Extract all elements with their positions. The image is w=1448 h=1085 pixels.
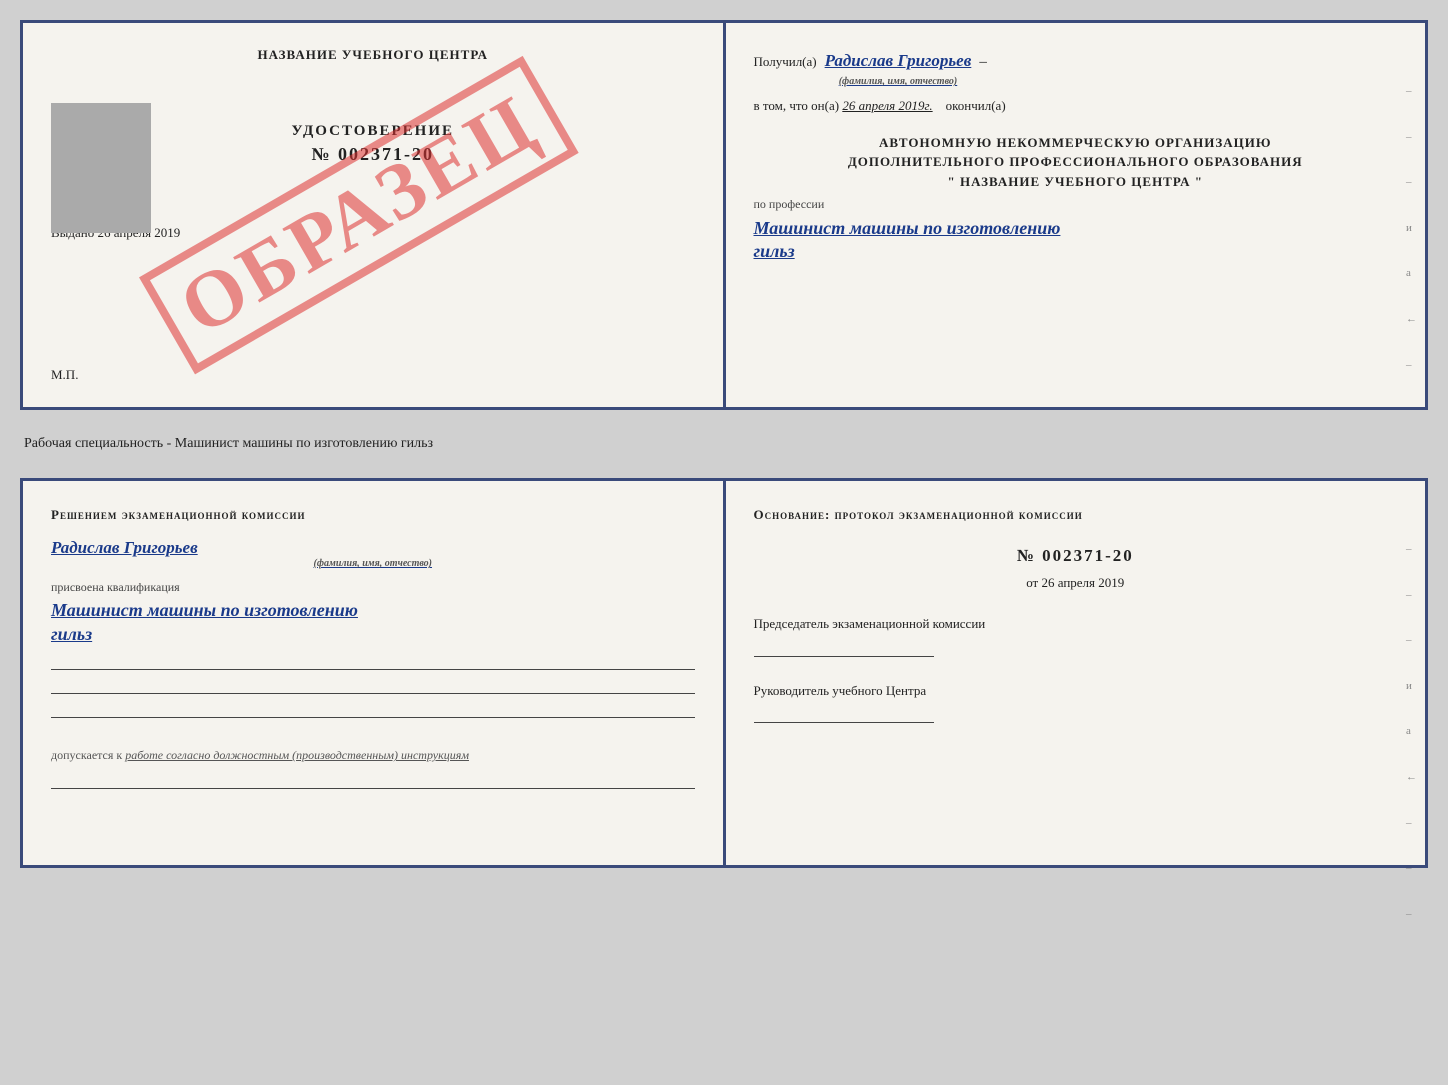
commission-head-label: Председатель экзаменационной комиссии xyxy=(754,614,1398,657)
qual-assigned-label: присвоена квалификация xyxy=(51,578,695,597)
qual-fio-hint: (фамилия, имя, отчество) xyxy=(51,558,695,570)
fio-hint: (фамилия, имя, отчество) xyxy=(825,74,972,90)
photo-placeholder xyxy=(51,103,151,233)
finished-label: окончил(а) xyxy=(946,98,1006,113)
recipient-line: Получил(а) Радислав Григорьев (фамилия, … xyxy=(754,47,1398,90)
diploma-right-page: Получил(а) Радислав Григорьев (фамилия, … xyxy=(726,23,1426,407)
date-value: 26 апреля 2019г. xyxy=(842,98,932,113)
right-edge-hints: – – – и а ← – xyxy=(1406,83,1417,374)
underline-1 xyxy=(51,652,695,670)
qual-right-page: Основание: протокол экзаменационной коми… xyxy=(726,481,1426,865)
qual-profession: Машинист машины по изготовлению гильз xyxy=(51,599,695,646)
qual-allowed-label: допускается к работе согласно должностны… xyxy=(51,746,695,765)
qual-left-page: Решением экзаменационной комиссии Радисл… xyxy=(23,481,726,865)
dash-symbol: – xyxy=(979,50,987,74)
center-head-label: Руководитель учебного Центра xyxy=(754,681,1398,724)
qualification-book: Решением экзаменационной комиссии Радисл… xyxy=(20,478,1428,868)
mp-label: М.П. xyxy=(51,367,78,383)
diploma-school-title: НАЗВАНИЕ УЧЕБНОГО ЦЕНТРА xyxy=(51,47,695,63)
received-label: Получил(а) xyxy=(754,52,817,73)
recipient-name: Радислав Григорьев (фамилия, имя, отчест… xyxy=(825,47,972,90)
profession-value: Машинист машины по изготовлению гильз xyxy=(754,217,1398,264)
date-intro: в том, что он(а) xyxy=(754,98,840,113)
watermark-obrazec: ОБРАЗЕЦ xyxy=(139,56,579,375)
qual-basis-title: Основание: протокол экзаменационной коми… xyxy=(754,505,1398,526)
underline-2 xyxy=(51,676,695,694)
date-line: в том, что он(а) 26 апреля 2019г. окончи… xyxy=(754,96,1398,117)
underline-4 xyxy=(51,771,695,789)
protocol-number: № 002371-20 xyxy=(754,542,1398,569)
qual-allowed-text: работе согласно должностным (производств… xyxy=(125,748,469,762)
diploma-book: НАЗВАНИЕ УЧЕБНОГО ЦЕНТРА УДОСТОВЕРЕНИЕ №… xyxy=(20,20,1428,410)
profession-label: по профессии xyxy=(754,195,1398,214)
commission-signature-line xyxy=(754,639,934,657)
protocol-date: от 26 апреля 2019 xyxy=(754,573,1398,594)
diploma-left-page: НАЗВАНИЕ УЧЕБНОГО ЦЕНТРА УДОСТОВЕРЕНИЕ №… xyxy=(23,23,726,407)
center-signature-line xyxy=(754,705,934,723)
decision-title: Решением экзаменационной комиссии xyxy=(51,505,695,526)
underline-3 xyxy=(51,700,695,718)
page-wrapper: НАЗВАНИЕ УЧЕБНОГО ЦЕНТРА УДОСТОВЕРЕНИЕ №… xyxy=(20,20,1428,868)
specialty-line: Рабочая специальность - Машинист машины … xyxy=(20,428,1428,460)
org-name: АВТОНОМНУЮ НЕКОММЕРЧЕСКУЮ ОРГАНИЗАЦИЮ ДО… xyxy=(754,133,1398,192)
qual-person-name: Радислав Григорьев (фамилия, имя, отчест… xyxy=(51,538,695,570)
qual-right-edge-hints: – – – и а ← – – – xyxy=(1406,541,1417,923)
